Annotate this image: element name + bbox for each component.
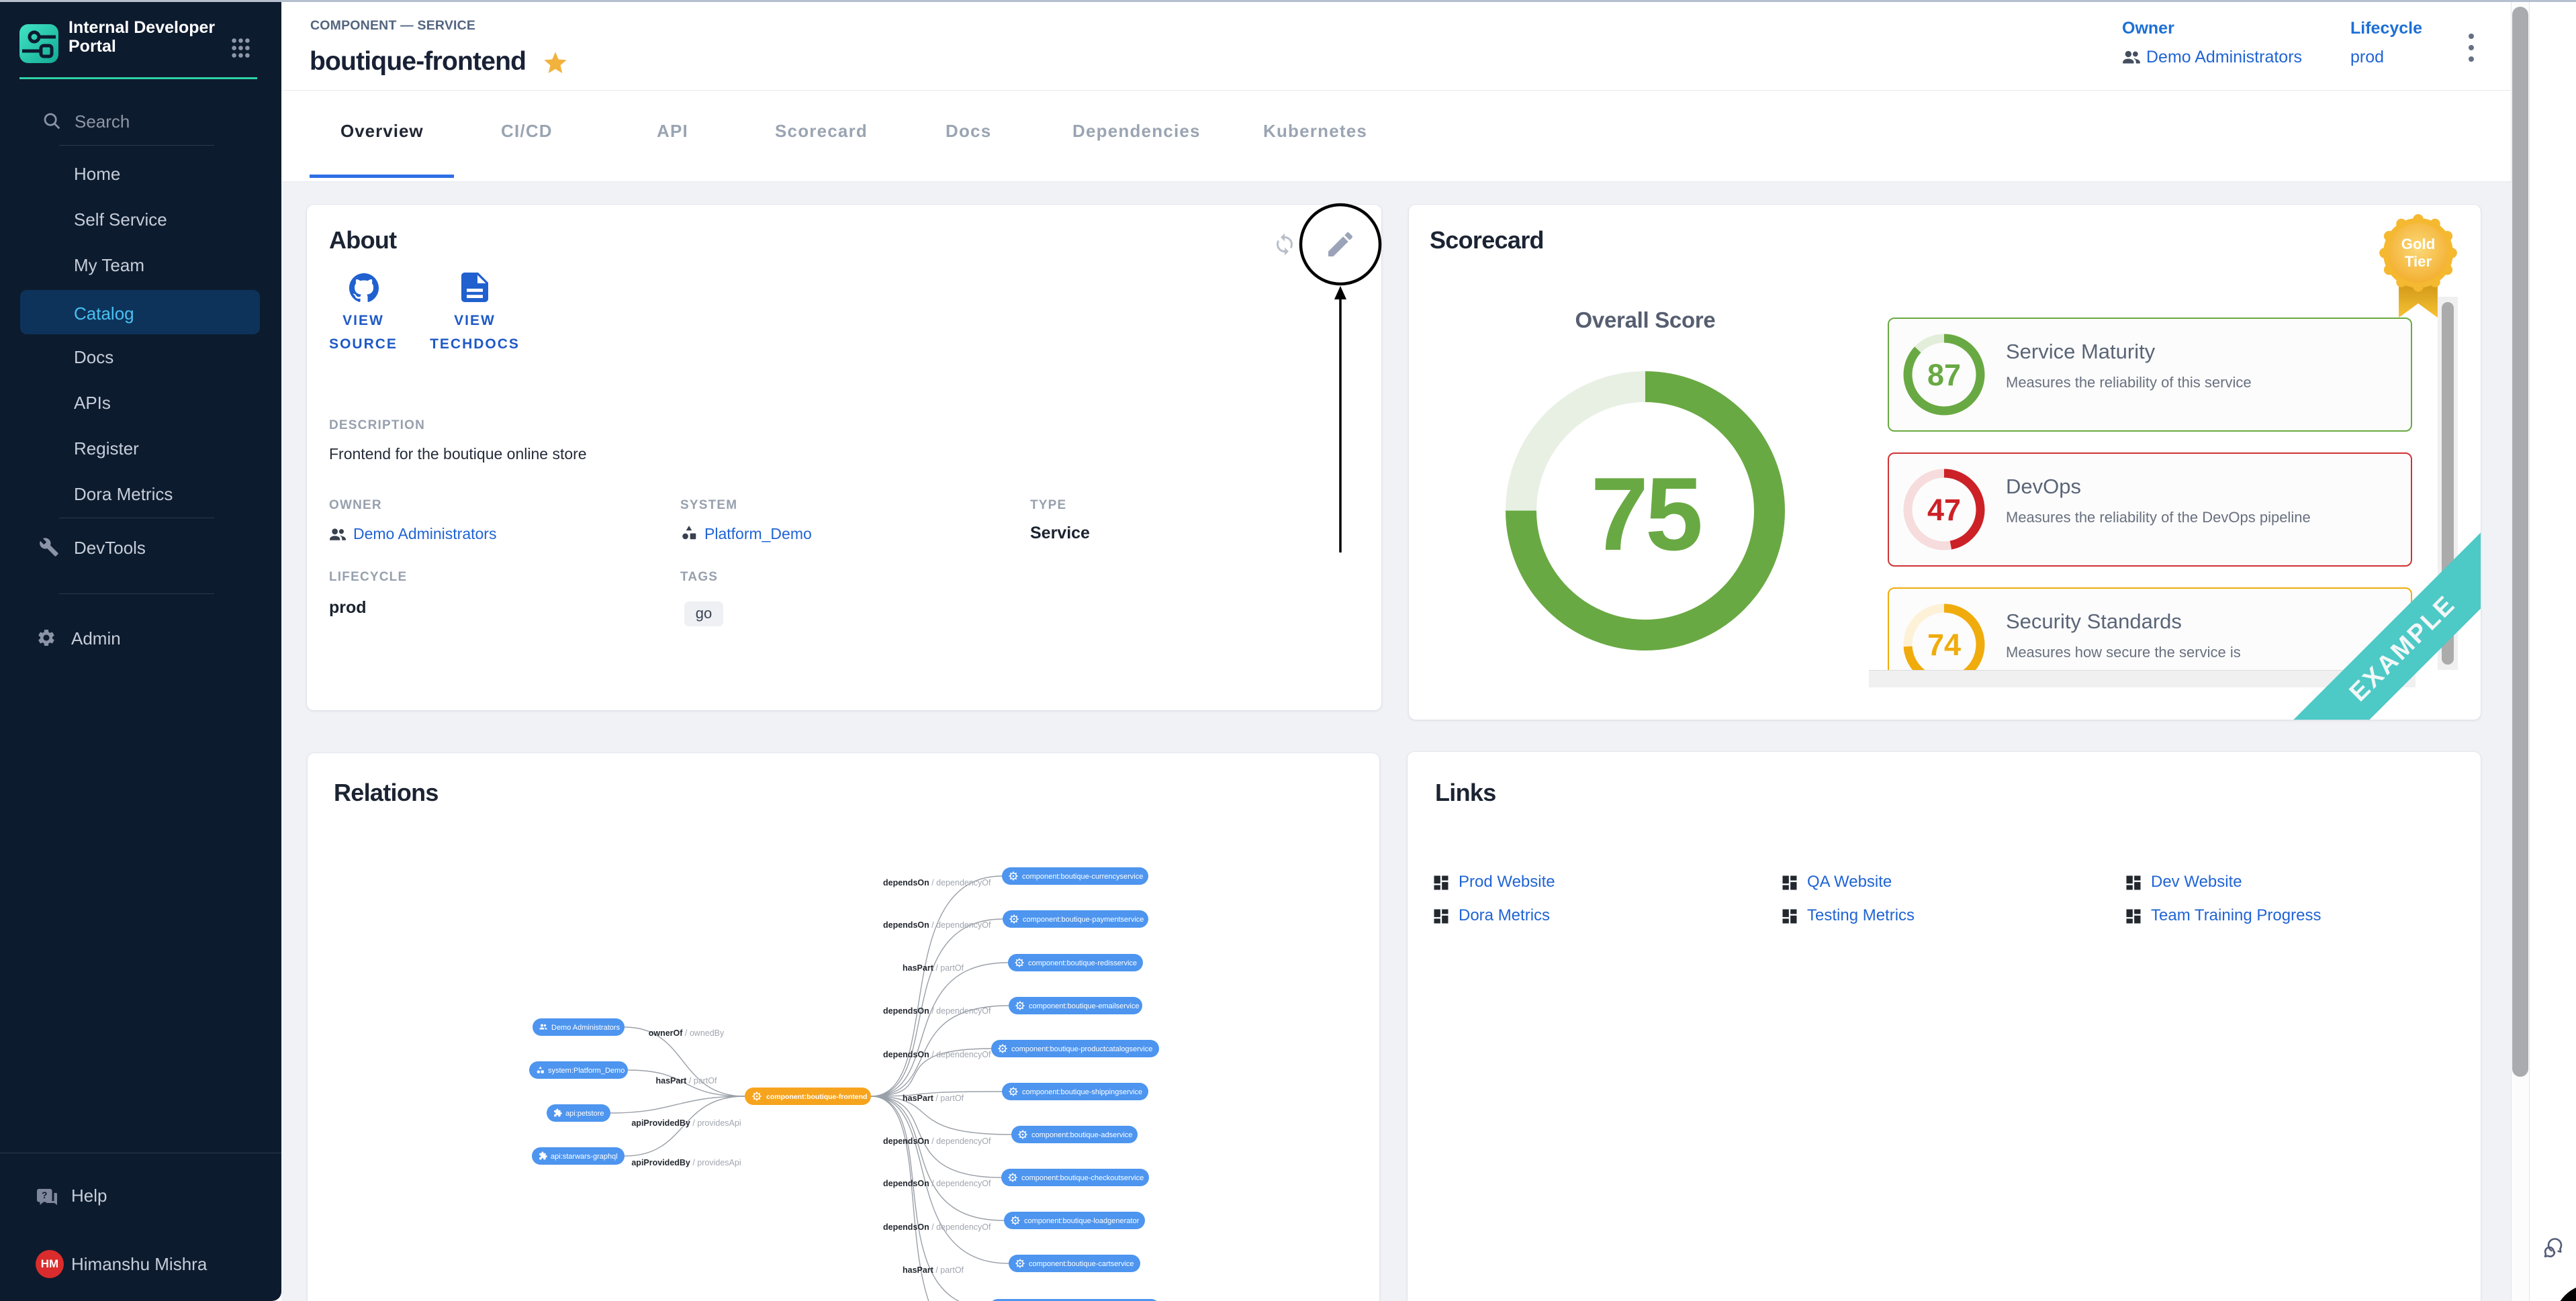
svg-text:component:boutique-redisservic: component:boutique-redisservice (1028, 959, 1137, 967)
svg-text:component:boutique-checkoutser: component:boutique-checkoutservice (1021, 1174, 1144, 1182)
svg-text:74: 74 (1927, 628, 1961, 662)
svg-text:dependsOn / dependencyOf: dependsOn / dependencyOf (883, 1050, 991, 1059)
svg-text:dependsOn / dependencyOf: dependsOn / dependencyOf (883, 920, 991, 930)
svg-text:?: ? (42, 1190, 47, 1200)
svg-text:Demo Administrators: Demo Administrators (551, 1024, 620, 1032)
svg-text:87: 87 (1927, 358, 1961, 392)
svg-text:component:boutique-cartservice: component:boutique-cartservice (1029, 1260, 1134, 1268)
svg-text:Gold: Gold (2401, 236, 2435, 252)
svg-text:component:boutique-frontend: component:boutique-frontend (766, 1093, 867, 1101)
svg-text:dependsOn / dependencyOf: dependsOn / dependencyOf (883, 1137, 991, 1146)
svg-text:Tier: Tier (2405, 253, 2432, 270)
svg-text:component:boutique-currencyser: component:boutique-currencyservice (1022, 873, 1143, 881)
svg-text:dependsOn / dependencyOf: dependsOn / dependencyOf (883, 1222, 991, 1232)
svg-text:component:boutique-emailservic: component:boutique-emailservice (1029, 1002, 1139, 1010)
svg-text:hasPart / partOf: hasPart / partOf (903, 1265, 964, 1275)
svg-text:ownerOf / ownedBy: ownerOf / ownedBy (649, 1028, 725, 1038)
svg-text:system:Platform_Demo: system:Platform_Demo (548, 1067, 625, 1075)
svg-text:component:boutique-adservice: component:boutique-adservice (1031, 1131, 1132, 1139)
svg-text:component:boutique-productcata: component:boutique-productcatalogservice (1011, 1045, 1152, 1053)
svg-text:api:petstore: api:petstore (565, 1110, 604, 1118)
svg-text:hasPart / partOf: hasPart / partOf (655, 1076, 717, 1086)
svg-text:api:starwars-graphql: api:starwars-graphql (551, 1153, 618, 1161)
svg-text:apiProvidedBy / providesApi: apiProvidedBy / providesApi (631, 1158, 741, 1167)
svg-text:dependsOn / dependencyOf: dependsOn / dependencyOf (883, 878, 991, 887)
svg-text:component:boutique-shippingser: component:boutique-shippingservice (1022, 1088, 1142, 1096)
svg-text:dependsOn / dependencyOf: dependsOn / dependencyOf (883, 1179, 991, 1188)
svg-text:apiProvidedBy / providesApi: apiProvidedBy / providesApi (631, 1118, 741, 1128)
svg-text:47: 47 (1927, 493, 1961, 527)
svg-text:hasPart / partOf: hasPart / partOf (903, 963, 964, 973)
svg-text:hasPart / partOf: hasPart / partOf (903, 1094, 964, 1103)
svg-text:component:boutique-loadgenerat: component:boutique-loadgenerator (1024, 1217, 1140, 1225)
svg-text:75: 75 (1591, 456, 1700, 572)
svg-text:dependsOn / dependencyOf: dependsOn / dependencyOf (883, 1006, 991, 1016)
svg-text:component:boutique-paymentserv: component:boutique-paymentservice (1023, 916, 1144, 924)
